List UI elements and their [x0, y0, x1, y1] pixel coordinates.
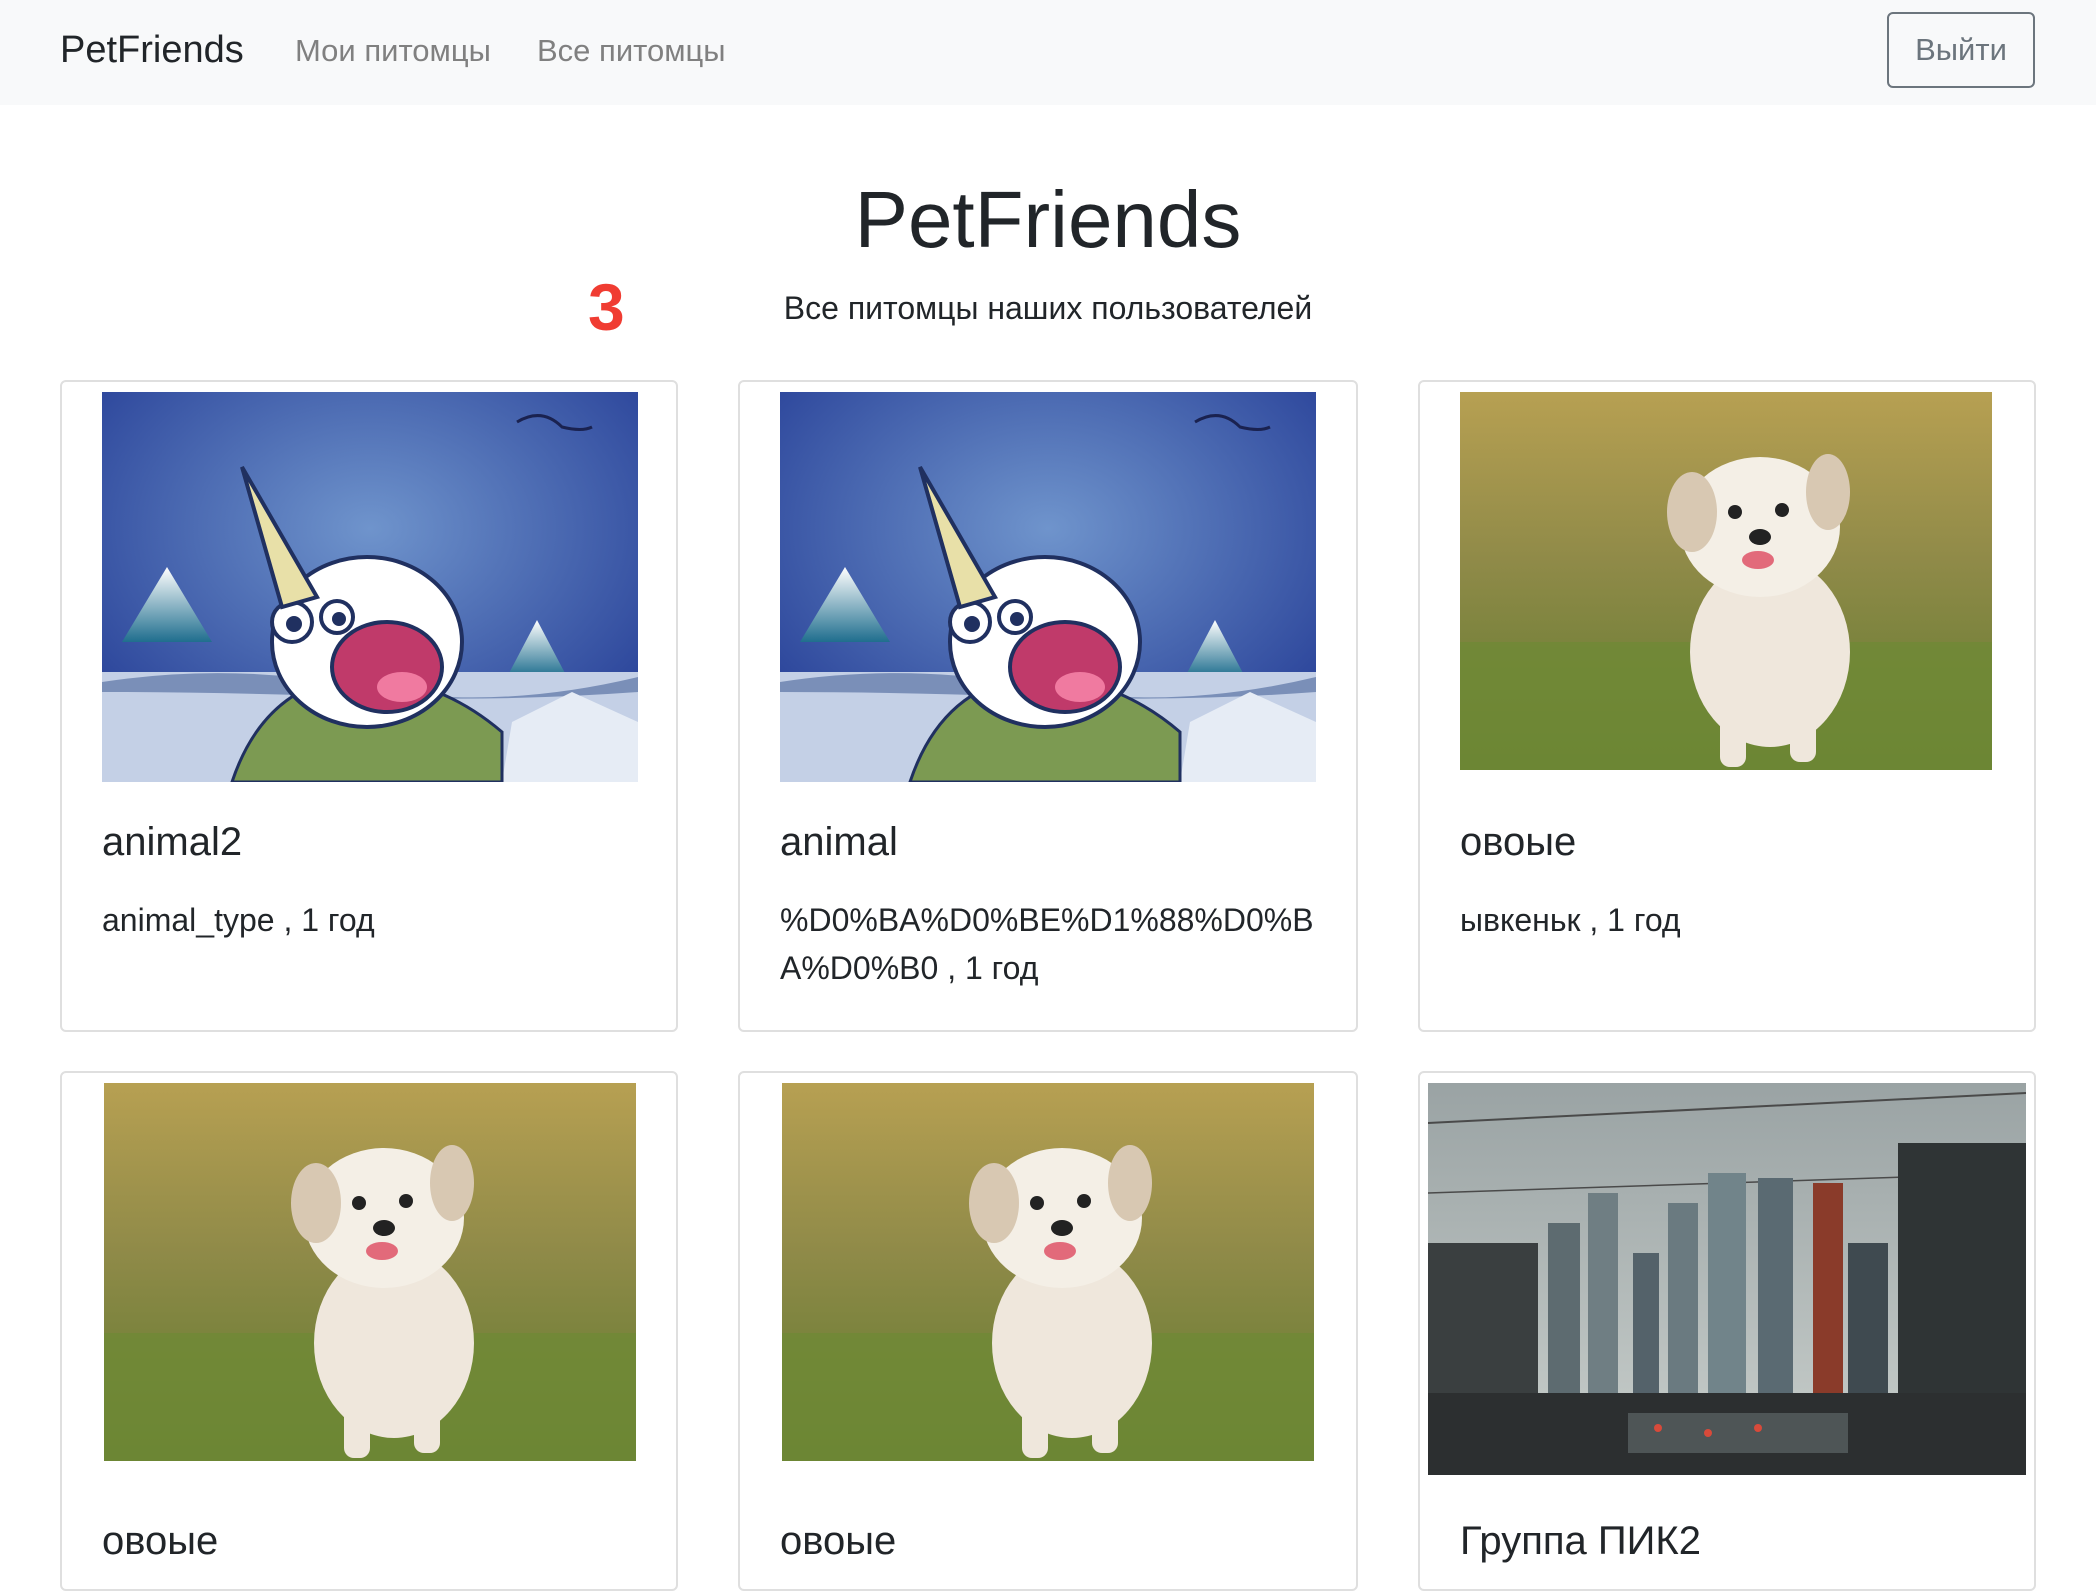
- pet-image-puppy: [104, 1083, 636, 1461]
- pet-name: овоые: [102, 1519, 219, 1563]
- pet-name: animal2: [102, 820, 243, 864]
- pet-info: animal_type , 1 год: [102, 902, 375, 938]
- pet-name: овоые: [1460, 820, 1577, 864]
- nav-link-my-pets[interactable]: Мои питомцы: [295, 30, 491, 72]
- pet-image-narwhal: [780, 392, 1316, 782]
- pet-name: Группа ПИК2: [1460, 1519, 1701, 1563]
- pet-card[interactable]: animal2 animal_type , 1 год: [60, 380, 678, 1032]
- logout-button[interactable]: Выйти: [1887, 12, 2035, 88]
- pet-info: ывкеньк , 1 год: [1460, 902, 1681, 938]
- pet-card[interactable]: Группа ПИК2: [1418, 1071, 2036, 1591]
- pet-image-city: [1428, 1083, 2026, 1475]
- navbar-brand[interactable]: PetFriends: [60, 26, 244, 74]
- pet-image-puppy: [782, 1083, 1314, 1461]
- pet-name: овоые: [780, 1519, 897, 1563]
- pet-name: animal: [780, 820, 898, 864]
- pet-image-narwhal: [102, 392, 638, 782]
- pet-image-puppy: [1460, 392, 1992, 770]
- navbar: PetFriends Мои питомцы Все питомцы Выйти: [0, 0, 2096, 105]
- pet-info: %D0%BA%D0%BE%D1%88%D0%BA%D0%B0 , 1 год: [780, 902, 1314, 986]
- pet-card[interactable]: animal %D0%BA%D0%BE%D1%88%D0%BA%D0%B0 , …: [738, 380, 1358, 1032]
- page-subtitle: Все питомцы наших пользователей: [783, 290, 1313, 326]
- pet-card[interactable]: овоые ывкеньк , 1 год: [1418, 380, 2036, 1032]
- nav-link-all-pets[interactable]: Все питомцы: [537, 30, 726, 72]
- pet-card[interactable]: овоые: [60, 1071, 678, 1591]
- pet-card[interactable]: овоые: [738, 1071, 1358, 1591]
- page-title: PetFriends: [854, 175, 1242, 264]
